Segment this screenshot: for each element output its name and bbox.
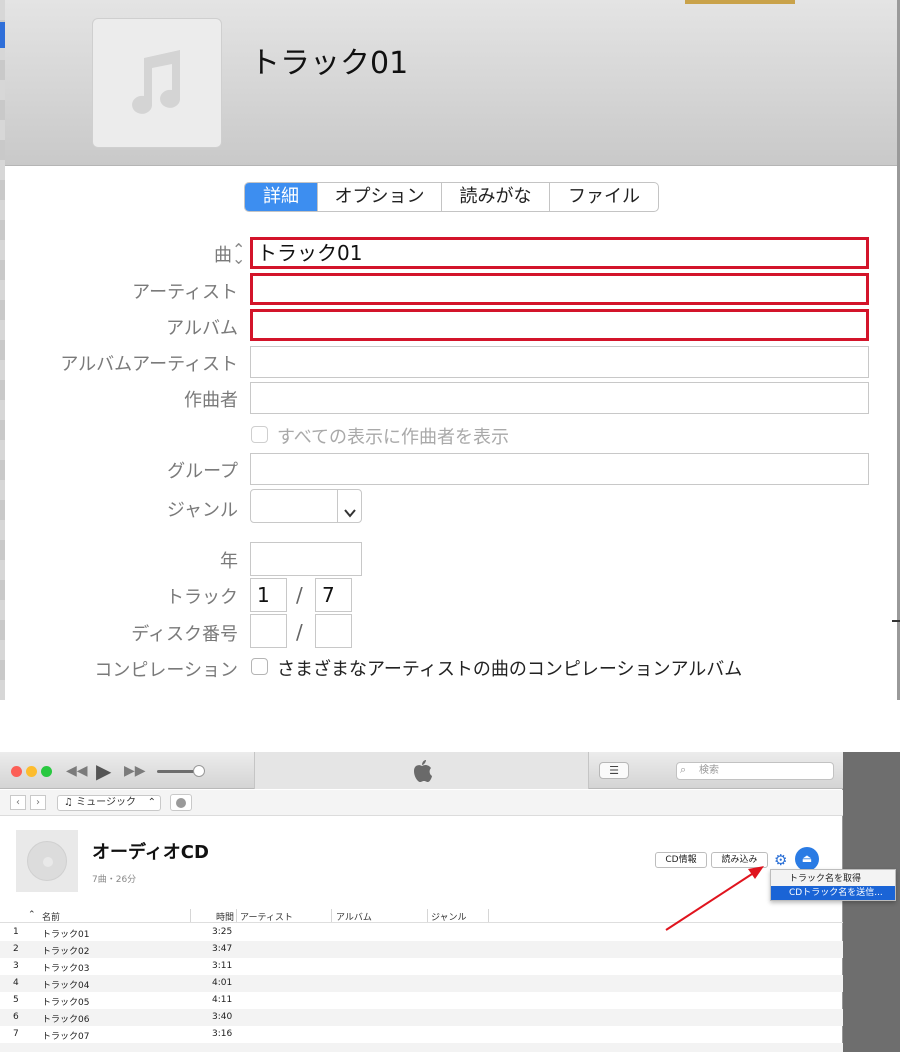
annotation-arrow [665, 866, 764, 931]
genre-dropdown-divider [337, 490, 338, 522]
itunes-window-screenshot: ◀◀ ▶ ▶▶ ☰ 検索 ⌕ ‹ › ♫ ミュージック ⌃ オーディオCD 7曲… [0, 752, 900, 1052]
disc-separator: / [296, 620, 303, 644]
disc-total-field[interactable] [315, 614, 352, 648]
show-composer-text: すべての表示に作曲者を表示 [277, 427, 510, 448]
grouping-label: グループ [167, 461, 238, 482]
song-label: 曲 [214, 245, 232, 266]
album-artwork[interactable] [92, 18, 222, 148]
track-title: トラック01 [250, 46, 409, 81]
genre-select[interactable] [250, 489, 362, 523]
disc-number-field[interactable] [250, 614, 287, 648]
year-label: 年 [220, 551, 238, 572]
year-field[interactable] [250, 542, 362, 576]
sort-toggle-down-icon[interactable]: ⌃ [232, 248, 245, 267]
genre-label: ジャンル [166, 500, 238, 521]
compilation-text: さまざまなアーティストの曲のコンピレーションアルバム [277, 659, 743, 680]
album-artist-label: アルバムアーティスト [60, 354, 238, 375]
tab-sorting[interactable]: 読みがな [442, 183, 550, 211]
track-info-dialog: トラック01 詳細 オプション 読みがな ファイル 曲 ⌃ ⌃ トラック01 ア… [0, 0, 900, 700]
album-artist-field[interactable] [250, 346, 869, 378]
tab-file[interactable]: ファイル [550, 183, 658, 211]
music-note-icon [132, 50, 181, 114]
window-edge-mark [892, 620, 900, 622]
album-label: アルバム [166, 318, 238, 339]
tab-bar: 詳細 オプション 読みがな ファイル [244, 182, 659, 212]
track-separator: / [296, 583, 303, 607]
show-composer-checkbox[interactable] [251, 426, 268, 443]
tab-details[interactable]: 詳細 [245, 183, 318, 211]
track-total-field[interactable]: 7 [315, 578, 352, 612]
track-label: トラック [166, 587, 238, 608]
compilation-label: コンピレーション [94, 660, 238, 681]
artist-label: アーティスト [132, 282, 238, 303]
tab-options[interactable]: オプション [318, 183, 442, 211]
track-number-field[interactable]: 1 [250, 578, 287, 612]
song-field[interactable]: トラック01 [250, 237, 869, 269]
composer-field[interactable] [250, 382, 869, 414]
header-accent-strip [685, 0, 795, 4]
grouping-field[interactable] [250, 453, 869, 485]
album-field[interactable] [250, 309, 869, 341]
artist-field[interactable] [250, 273, 869, 305]
disc-label: ディスク番号 [131, 624, 238, 645]
compilation-checkbox[interactable] [251, 658, 268, 675]
chevron-down-icon [343, 497, 357, 518]
composer-label: 作曲者 [184, 390, 238, 411]
